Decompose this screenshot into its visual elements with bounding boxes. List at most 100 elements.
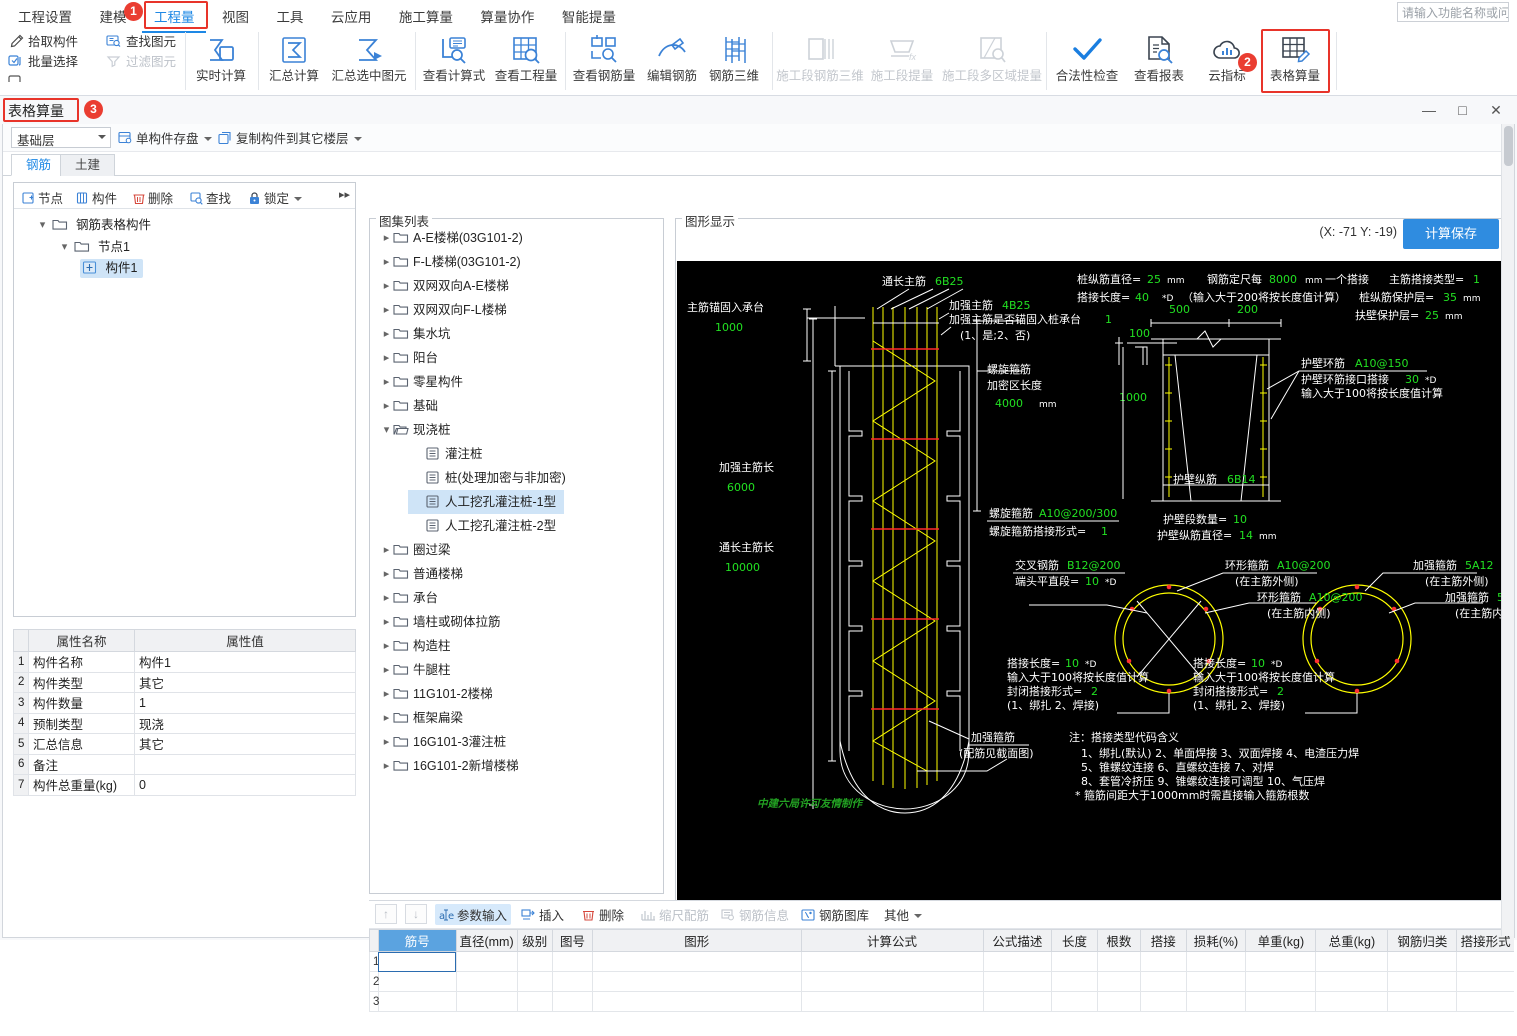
cell[interactable] — [1051, 971, 1098, 992]
realtime-calc-button[interactable]: 实时计算 — [190, 31, 252, 83]
expander-icon[interactable]: ▾ — [36, 215, 49, 234]
table-row[interactable]: 6 备注 — [13, 753, 356, 775]
tree-add-component-command[interactable]: 构件 — [76, 188, 117, 207]
col-header-figure-no[interactable]: 图号 — [552, 929, 593, 952]
cell[interactable] — [982, 951, 1053, 972]
col-header-total-weight[interactable]: 总重(kg) — [1315, 929, 1389, 952]
expander-icon[interactable]: ▸ — [380, 730, 393, 754]
atlas-item-8[interactable]: ▾ 现浇桩 — [380, 418, 451, 442]
atlas-item-11[interactable]: 人工挖孔灌注桩-1型 — [408, 490, 565, 514]
sum-selected-button[interactable]: 汇总选中图元 — [330, 31, 408, 83]
cell[interactable] — [1051, 951, 1098, 972]
atlas-item-15[interactable]: ▸ 承台 — [380, 586, 438, 610]
col-header-diameter[interactable]: 直径(mm) — [455, 929, 518, 952]
cell[interactable] — [1315, 991, 1389, 1012]
cell[interactable] — [1051, 991, 1098, 1012]
search-input[interactable]: 请输入功能名称或问题 — [1397, 2, 1509, 22]
copy-component-command[interactable]: 复制构件到其它楼层 — [218, 128, 362, 147]
cell[interactable] — [552, 971, 593, 992]
cell[interactable] — [1140, 991, 1187, 1012]
menu-item-0[interactable]: 工程设置 — [6, 0, 84, 31]
menu-item-7[interactable]: 算量协作 — [468, 0, 546, 31]
find-element-command[interactable]: 查找图元 — [104, 32, 176, 52]
atlas-item-13[interactable]: ▸ 圈过梁 — [380, 538, 451, 562]
col-header-formula[interactable]: 计算公式 — [800, 929, 984, 952]
expander-icon[interactable]: ▾ — [58, 237, 71, 256]
tree-delete-command[interactable]: 删除 — [132, 188, 173, 207]
tab-rebar[interactable]: 钢筋 — [11, 154, 67, 176]
col-header-shape[interactable]: 图形 — [591, 929, 802, 952]
cell[interactable] — [377, 971, 457, 992]
col-header-count[interactable]: 根数 — [1096, 929, 1142, 952]
cell[interactable] — [377, 951, 457, 972]
table-row[interactable]: 3 构件数量 1 — [13, 692, 356, 714]
third-command[interactable] — [6, 72, 78, 82]
table-row[interactable]: 4 预制类型 现浇 — [13, 712, 356, 734]
cell[interactable] — [1456, 971, 1514, 992]
cell[interactable] — [1185, 971, 1247, 992]
atlas-item-17[interactable]: ▸ 构造柱 — [380, 634, 451, 658]
atlas-item-1[interactable]: ▸ F-L楼梯(03G101-2) — [380, 250, 521, 274]
cell[interactable] — [455, 971, 518, 992]
menu-item-8[interactable]: 智能提量 — [550, 0, 628, 31]
cell[interactable] — [1245, 971, 1317, 992]
tree-add-node-command[interactable]: 节点 — [22, 188, 63, 207]
atlas-item-22[interactable]: ▸ 16G101-2新增楼梯 — [380, 754, 519, 778]
cell[interactable] — [1185, 951, 1247, 972]
cell[interactable] — [1140, 971, 1187, 992]
table-row[interactable]: 2 构件类型 其它 — [13, 671, 356, 693]
menu-item-4[interactable]: 工具 — [264, 0, 315, 31]
vertical-scrollbar[interactable] — [1501, 124, 1514, 936]
tree-node-2[interactable]: 构件1 — [80, 259, 144, 278]
table-quantity-button[interactable]: 表格算量 — [1264, 31, 1326, 83]
menu-item-3[interactable]: 视图 — [210, 0, 261, 31]
atlas-item-9[interactable]: 灌注桩 — [412, 442, 483, 466]
rebar-3d-button[interactable]: 钢筋三维 — [703, 31, 765, 83]
cell[interactable] — [1185, 991, 1247, 1012]
col-header-length[interactable]: 长度 — [1051, 929, 1098, 952]
table-row[interactable]: 7 构件总重量(kg) 0 — [13, 774, 356, 796]
col-header-unit-weight[interactable]: 单重(kg) — [1245, 929, 1317, 952]
atlas-item-6[interactable]: ▸ 零星构件 — [380, 370, 463, 394]
table-row[interactable]: 3 — [369, 991, 1514, 1012]
cell[interactable] — [552, 951, 593, 972]
cell[interactable] — [1096, 951, 1142, 972]
close-button[interactable]: ✕ — [1481, 100, 1511, 122]
expander-icon[interactable]: ▸ — [380, 562, 393, 586]
edit-rebar-button[interactable]: 编辑钢筋 — [641, 31, 703, 83]
cell[interactable] — [1245, 951, 1317, 972]
cloud-index-button[interactable]: 云指标 2 — [1196, 31, 1258, 83]
delete-row-command[interactable]: 删除 — [581, 905, 624, 924]
property-value[interactable]: 其它 — [134, 733, 356, 755]
chevron-down-icon[interactable] — [294, 197, 303, 201]
view-quantity-button[interactable]: 查看工程量 — [492, 31, 560, 83]
menu-item-6[interactable]: 施工算量 — [387, 0, 465, 31]
table-row[interactable]: 1 构件名称 构件1 — [13, 651, 356, 673]
property-value[interactable]: 现浇 — [134, 712, 356, 734]
tree-node-0[interactable]: ▾ 钢筋表格构件 — [36, 215, 151, 234]
atlas-item-16[interactable]: ▸ 墙柱或砌体拉筋 — [380, 610, 501, 634]
cell[interactable] — [591, 991, 802, 1012]
scrollbar-thumb[interactable] — [1504, 126, 1513, 166]
expander-icon[interactable]: ▸ — [380, 394, 393, 418]
property-value[interactable]: 0 — [134, 774, 356, 796]
expander-icon[interactable]: ▸ — [380, 298, 393, 322]
cell[interactable] — [800, 971, 984, 992]
cell[interactable] — [516, 991, 554, 1012]
expander-icon[interactable]: ▸ — [380, 706, 393, 730]
atlas-item-7[interactable]: ▸ 基础 — [380, 394, 438, 418]
tab-civil[interactable]: 土建 — [60, 154, 116, 176]
cell[interactable] — [800, 991, 984, 1012]
chevron-down-icon[interactable] — [914, 914, 923, 918]
col-header-lap[interactable]: 搭接 — [1140, 929, 1187, 952]
chevron-down-icon[interactable] — [353, 137, 362, 141]
cell[interactable] — [982, 971, 1053, 992]
col-header-grade[interactable]: 级别 — [516, 929, 554, 952]
cell[interactable] — [552, 991, 593, 1012]
floor-select[interactable]: 基础层 — [11, 127, 111, 148]
col-header-category[interactable]: 钢筋归类 — [1387, 929, 1458, 952]
cell[interactable] — [455, 951, 518, 972]
expander-icon[interactable]: ▸ — [380, 322, 393, 346]
cell[interactable] — [516, 951, 554, 972]
property-value[interactable] — [134, 753, 356, 775]
